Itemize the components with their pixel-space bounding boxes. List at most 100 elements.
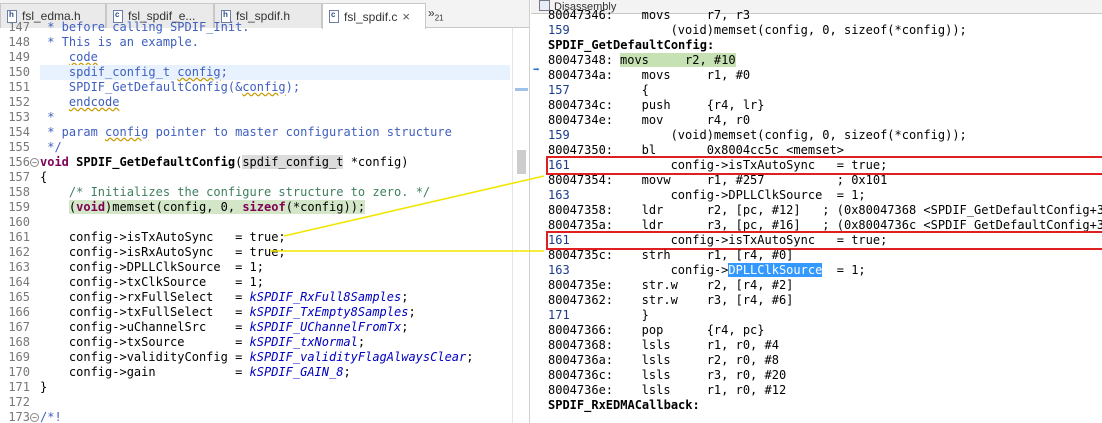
line-text: config->isTxAutoSync = true; <box>620 233 888 247</box>
source-line[interactable]: 163 config->DPLLClkSource = 1; <box>548 263 1102 278</box>
instruction-row[interactable]: 80047348: movs r2, #10 <box>548 53 1102 68</box>
instruction-row[interactable]: 8004736c: lsls r3, r0, #20 <box>548 368 1102 383</box>
line-text: ldr r3, [pc, #16] ; (0x8004736c <SPDIF_G… <box>620 218 1102 232</box>
line-number: 168 <box>8 335 30 349</box>
code-line: } <box>40 380 48 394</box>
line-text: movs r1, #0 <box>620 68 751 82</box>
line-number: 165 <box>8 290 30 304</box>
instruction-row[interactable]: 8004734e: mov r4, r0 <box>548 113 1102 128</box>
source-line[interactable]: 157 { <box>548 83 1102 98</box>
instruction-row[interactable]: 80047362: str.w r3, [r4, #6] <box>548 293 1102 308</box>
line-number: 169 <box>8 350 30 364</box>
label-text: SPDIF_RxEDMACallback: <box>548 398 700 412</box>
line-text: bl 0x8004cc5c <memset> <box>620 143 844 157</box>
instruction-row[interactable]: 8004735c: strh r1, [r4, #0] <box>548 248 1102 263</box>
code-line: config->isRxAutoSync = true; <box>40 245 286 259</box>
line-number: 155 <box>8 140 30 154</box>
line-number: 152 <box>8 95 30 109</box>
source-line[interactable]: 161 config->isTxAutoSync = true; <box>546 231 1102 250</box>
line-number: 173 <box>8 410 30 423</box>
line-number: 171 <box>8 380 30 394</box>
line-text: pop {r4, pc} <box>620 323 765 337</box>
line-text: lsls r1, r0, #12 <box>620 383 787 397</box>
instruction-row[interactable]: 80047368: lsls r1, r0, #4 <box>548 338 1102 353</box>
code-line: /* Initializes the configure structure t… <box>68 185 431 199</box>
instruction-address: 80047348: <box>548 53 614 67</box>
overview-mark <box>515 88 528 91</box>
code-line: * before calling SPDIF_Init. <box>40 20 250 34</box>
line-number: 164 <box>8 275 30 289</box>
code-line: config->txSource = kSPDIF_txNormal; <box>40 335 366 349</box>
instruction-row[interactable]: 8004736a: lsls r2, r0, #8 <box>548 353 1102 368</box>
code-line: * <box>40 110 55 124</box>
instruction-row[interactable]: 8004734c: push {r4, lr} <box>548 98 1102 113</box>
instruction-address: 8004735c: <box>548 248 614 262</box>
disassembly-view: Disassembly ➡ 80047346: movs r7, r3 159 (… <box>531 0 1102 423</box>
function-label[interactable]: SPDIF_GetDefaultConfig: <box>548 38 1102 53</box>
source-line[interactable]: 159 (void)memset(config, 0, sizeof(*conf… <box>548 128 1102 143</box>
function-label[interactable]: SPDIF_RxEDMACallback: <box>548 398 1102 413</box>
instruction-row[interactable]: 80047346: movs r7, r3 <box>548 8 1102 23</box>
line-text: (void)memset(config, 0, sizeof(*config))… <box>620 128 967 142</box>
line-number: 172 <box>8 395 30 409</box>
source-line-number: 163 <box>548 263 570 277</box>
line-text: movs r7, r3 <box>620 8 751 22</box>
label-text: SPDIF_GetDefaultConfig: <box>548 38 715 52</box>
source-line[interactable]: 159 (void)memset(config, 0, sizeof(*conf… <box>548 23 1102 38</box>
code-line: config->txFullSelect = kSPDIF_TxEmpty8Sa… <box>40 305 416 319</box>
source-line-number: 159 <box>548 23 570 37</box>
instruction-row[interactable]: 80047358: ldr r2, [pc, #12] ; (0x8004736… <box>548 203 1102 218</box>
instruction-address: 80047350: <box>548 143 614 157</box>
instruction-row[interactable]: 80047350: bl 0x8004cc5c <memset> <box>548 143 1102 158</box>
fold-toggle-icon[interactable]: − <box>30 158 39 167</box>
disassembly-gutter: ➡ <box>531 14 545 423</box>
instruction-address: 80047346: <box>548 8 614 22</box>
line-text: lsls r2, r0, #8 <box>620 353 779 367</box>
instruction-address: 80047366: <box>548 323 614 337</box>
line-number: 160 <box>8 215 30 229</box>
line-text: } <box>620 308 649 322</box>
instruction-address: 8004734c: <box>548 98 614 112</box>
instruction-row[interactable]: 8004735e: str.w r2, [r4, #2] <box>548 278 1102 293</box>
line-text: config->DPLLClkSource = 1; <box>620 188 866 202</box>
line-text: push {r4, lr} <box>620 98 765 112</box>
instruction-address: 80047354: <box>548 173 614 187</box>
editor-overview-ruler[interactable] <box>512 28 529 423</box>
line-number: 153 <box>8 110 30 124</box>
code-line: * param config pointer to master configu… <box>40 125 452 139</box>
instruction-row[interactable]: 8004734a: movs r1, #0 <box>548 68 1102 83</box>
code-line: (void)memset(config, 0, sizeof(*config))… <box>68 200 366 214</box>
instruction-address: 8004735e: <box>548 278 614 292</box>
instruction-row[interactable]: 8004735a: ldr r3, [pc, #16] ; (0x8004736… <box>548 218 1102 233</box>
instruction-row[interactable]: 80047366: pop {r4, pc} <box>548 323 1102 338</box>
source-line[interactable]: 161 config->isTxAutoSync = true; <box>546 156 1102 175</box>
code-line: */ <box>40 140 62 154</box>
line-text: str.w r2, [r4, #2] <box>620 278 794 292</box>
source-line-number: 171 <box>548 308 570 322</box>
code-area[interactable]: * before calling SPDIF_Init. * This is a… <box>40 20 510 423</box>
source-line-number: 157 <box>548 83 570 97</box>
code-line: code <box>68 50 98 64</box>
line-number: 167 <box>8 320 30 334</box>
line-number-gutter: 147 148 149 150 151 152 153 154 155 156−157 158 159… <box>0 20 40 423</box>
code-line: config->gain = kSPDIF_GAIN_8; <box>40 365 351 379</box>
instruction-pointer-arrow-icon: ➡ <box>533 63 540 76</box>
source-line[interactable]: 163 config->DPLLClkSource = 1; <box>548 188 1102 203</box>
line-number: 150 <box>8 65 30 79</box>
instruction-row[interactable]: 80047354: movw r1, #257 ; 0x101 <box>548 173 1102 188</box>
source-line[interactable]: 171 } <box>548 308 1102 323</box>
line-number: 163 <box>8 260 30 274</box>
disassembly-lines[interactable]: 80047346: movs r7, r3 159 (void)memset(co… <box>546 8 1102 423</box>
line-text: { <box>620 83 649 97</box>
instruction-row[interactable]: 8004736e: lsls r1, r0, #12 <box>548 383 1102 398</box>
line-number: 156 <box>8 155 30 169</box>
code-line: SPDIF_GetDefaultConfig(&config); <box>40 80 301 94</box>
instruction-address: 8004736c: <box>548 368 614 382</box>
line-text: config->isTxAutoSync = true; <box>620 158 888 172</box>
source-line-number: 159 <box>548 128 570 142</box>
code-line: * This is an example. <box>40 35 199 49</box>
code-line: endcode <box>68 95 120 109</box>
fold-toggle-icon[interactable]: − <box>30 413 39 422</box>
line-number: 148 <box>8 35 30 49</box>
scrollbar-thumb[interactable] <box>517 150 526 174</box>
